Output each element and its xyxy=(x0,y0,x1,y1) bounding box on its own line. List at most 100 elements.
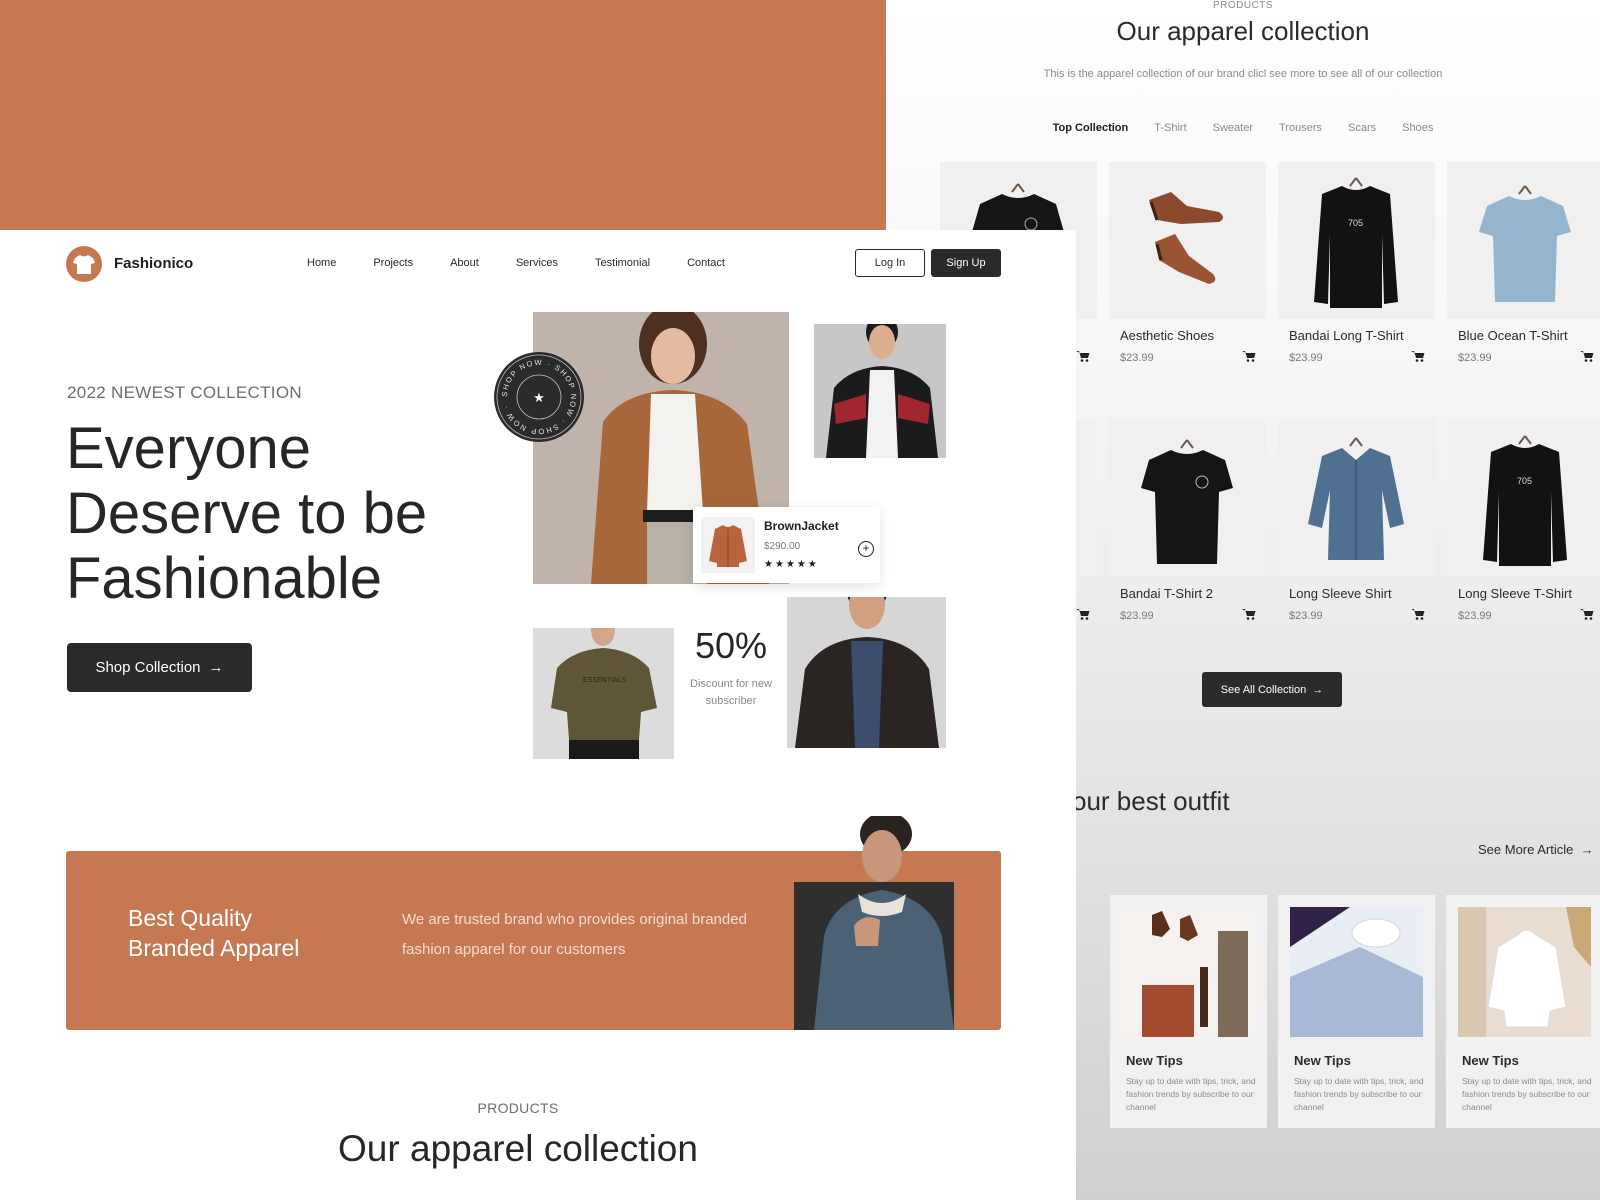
product-name: Long Sleeve Shirt xyxy=(1289,586,1392,601)
article-title: New Tips xyxy=(1462,1053,1519,1068)
article-image xyxy=(1290,907,1423,1037)
cart-icon[interactable] xyxy=(1242,608,1256,620)
arrow-right-icon: → xyxy=(1312,683,1324,696)
add-plus-icon[interactable]: + xyxy=(858,541,874,557)
logo[interactable] xyxy=(66,246,102,282)
model-photo-denim-jacket xyxy=(794,816,954,1030)
see-more-article-link[interactable]: See More Article → xyxy=(1478,842,1594,857)
arrow-right-icon: → xyxy=(1577,842,1594,857)
article-text: Stay up to date with tips, trick, and fa… xyxy=(1294,1076,1424,1112)
arrow-right-icon: → xyxy=(208,659,224,676)
outfit-heading: our best outfit xyxy=(1072,786,1230,816)
product-price: $23.99 xyxy=(1120,352,1154,364)
long-tshirt-black-icon: 705 xyxy=(1314,177,1398,308)
cart-icon[interactable] xyxy=(1076,350,1090,362)
nav-contact[interactable]: Contact xyxy=(687,257,725,269)
article-image xyxy=(1122,907,1255,1037)
landing-page: Fashionico Home Projects About Services … xyxy=(0,230,1076,1200)
product-card[interactable]: 705 xyxy=(1278,162,1435,319)
product-card[interactable] xyxy=(1278,420,1435,577)
tab-trousers[interactable]: Trousers xyxy=(1279,122,1322,134)
article-card[interactable]: New Tips Stay up to date with tips, tric… xyxy=(1110,895,1267,1128)
tshirt-blue-icon xyxy=(1479,185,1571,302)
article-title: New Tips xyxy=(1126,1053,1183,1068)
product-card[interactable]: 705 xyxy=(1447,420,1600,577)
article-text: Stay up to date with tips, trick, and fa… xyxy=(1462,1076,1592,1112)
model-denim-jacket-icon xyxy=(814,816,954,1030)
shop-collection-button[interactable]: Shop Collection → xyxy=(67,643,252,692)
product-name: BrownJacket xyxy=(764,519,839,533)
shop-collection-label: Shop Collection xyxy=(95,659,201,676)
product-price: $23.99 xyxy=(1120,610,1154,622)
article-title: New Tips xyxy=(1294,1053,1351,1068)
banner-title: Best Quality Branded Apparel xyxy=(128,903,299,963)
outfit-flatlay-icon xyxy=(1122,907,1255,1037)
nav-projects[interactable]: Projects xyxy=(373,257,413,269)
shoes-icon xyxy=(1149,192,1223,284)
article-card[interactable]: New Tips Stay up to date with tips, tric… xyxy=(1446,895,1600,1128)
svg-text:ESSENTIALS: ESSENTIALS xyxy=(583,677,627,684)
discount-value: 50% xyxy=(694,625,768,666)
main-nav: Home Projects About Services Testimonial… xyxy=(307,257,725,269)
tab-tshirt[interactable]: T-Shirt xyxy=(1154,122,1186,134)
model-olive-tee-icon: ESSENTIALS xyxy=(551,628,657,759)
tab-top-collection[interactable]: Top Collection xyxy=(1053,122,1129,134)
product-card[interactable] xyxy=(1447,162,1600,319)
model-track-jacket-icon xyxy=(826,324,938,458)
hero-eyebrow: 2022 NEWEST COLLECTION xyxy=(67,383,302,402)
cart-icon[interactable] xyxy=(1076,608,1090,620)
product-price: $23.99 xyxy=(1289,352,1323,364)
signup-button[interactable]: Sign Up xyxy=(931,249,1001,277)
brand-name[interactable]: Fashionico xyxy=(114,255,193,272)
article-image xyxy=(1458,907,1591,1037)
rating-stars: ★★★★★ xyxy=(764,559,819,570)
product-price: $23.99 xyxy=(1458,352,1492,364)
nav-about[interactable]: About xyxy=(450,257,479,269)
banner-title-line1: Best Quality xyxy=(128,905,252,931)
product-card[interactable] xyxy=(1109,420,1266,577)
model-photo-olive-tee: ESSENTIALS xyxy=(533,628,674,759)
product-name: Bandai T-Shirt 2 xyxy=(1120,586,1213,601)
cart-icon[interactable] xyxy=(1411,608,1425,620)
model-photo-track-jacket xyxy=(814,324,946,458)
model-black-jacket-icon xyxy=(795,597,939,748)
nav-home[interactable]: Home xyxy=(307,257,336,269)
cart-icon[interactable] xyxy=(1411,350,1425,362)
see-all-label: See All Collection xyxy=(1220,683,1307,696)
product-price: $23.99 xyxy=(1289,610,1323,622)
product-name: Long Sleeve T-Shirt xyxy=(1458,586,1572,601)
model-photo-black-jacket xyxy=(787,597,946,748)
products-section-eyebrow: PRODUCTS xyxy=(477,1100,559,1116)
article-card[interactable]: New Tips Stay up to date with tips, tric… xyxy=(1278,895,1435,1128)
brown-jacket-icon xyxy=(701,517,755,573)
accent-background-block xyxy=(0,0,886,240)
nav-services[interactable]: Services xyxy=(516,257,558,269)
cart-icon[interactable] xyxy=(1242,350,1256,362)
login-button[interactable]: Log In xyxy=(855,249,925,277)
nav-testimonial[interactable]: Testimonial xyxy=(595,257,650,269)
cart-icon[interactable] xyxy=(1580,350,1594,362)
products-subtitle: This is the apparel collection of our br… xyxy=(1043,68,1443,80)
hoodie-icon xyxy=(1458,907,1591,1037)
product-quick-card[interactable]: BrownJacket $290.00 ★★★★★ + xyxy=(693,507,880,583)
svg-text:705: 705 xyxy=(1348,218,1363,228)
article-text: Stay up to date with tips, trick, and fa… xyxy=(1126,1076,1256,1112)
product-name: Aesthetic Shoes xyxy=(1120,328,1214,343)
tab-sweater[interactable]: Sweater xyxy=(1213,122,1253,134)
collection-tabs: Top Collection T-Shirt Sweater Trousers … xyxy=(886,122,1600,134)
shirt-denim-icon xyxy=(1308,437,1404,560)
star-icon: ★ xyxy=(533,390,545,405)
long-tshirt-black-icon: 705 xyxy=(1483,435,1567,566)
products-title: Our apparel collection xyxy=(1116,16,1370,46)
product-card[interactable] xyxy=(1109,162,1266,319)
shop-now-stamp[interactable]: SHOP NOW · SHOP NOW · SHOP NOW · ★ xyxy=(493,351,585,443)
tab-scars[interactable]: Scars xyxy=(1348,122,1376,134)
see-all-collection-button[interactable]: See All Collection → xyxy=(1202,672,1342,707)
products-section-title: Our apparel collection xyxy=(338,1128,698,1169)
product-name: Blue Ocean T-Shirt xyxy=(1458,328,1568,343)
banner-text: We are trusted brand who provides origin… xyxy=(402,911,747,958)
product-name: Bandai Long T-Shirt xyxy=(1289,328,1404,343)
tab-shoes[interactable]: Shoes xyxy=(1402,122,1433,134)
cart-icon[interactable] xyxy=(1580,608,1594,620)
product-price: $290.00 xyxy=(764,541,801,552)
